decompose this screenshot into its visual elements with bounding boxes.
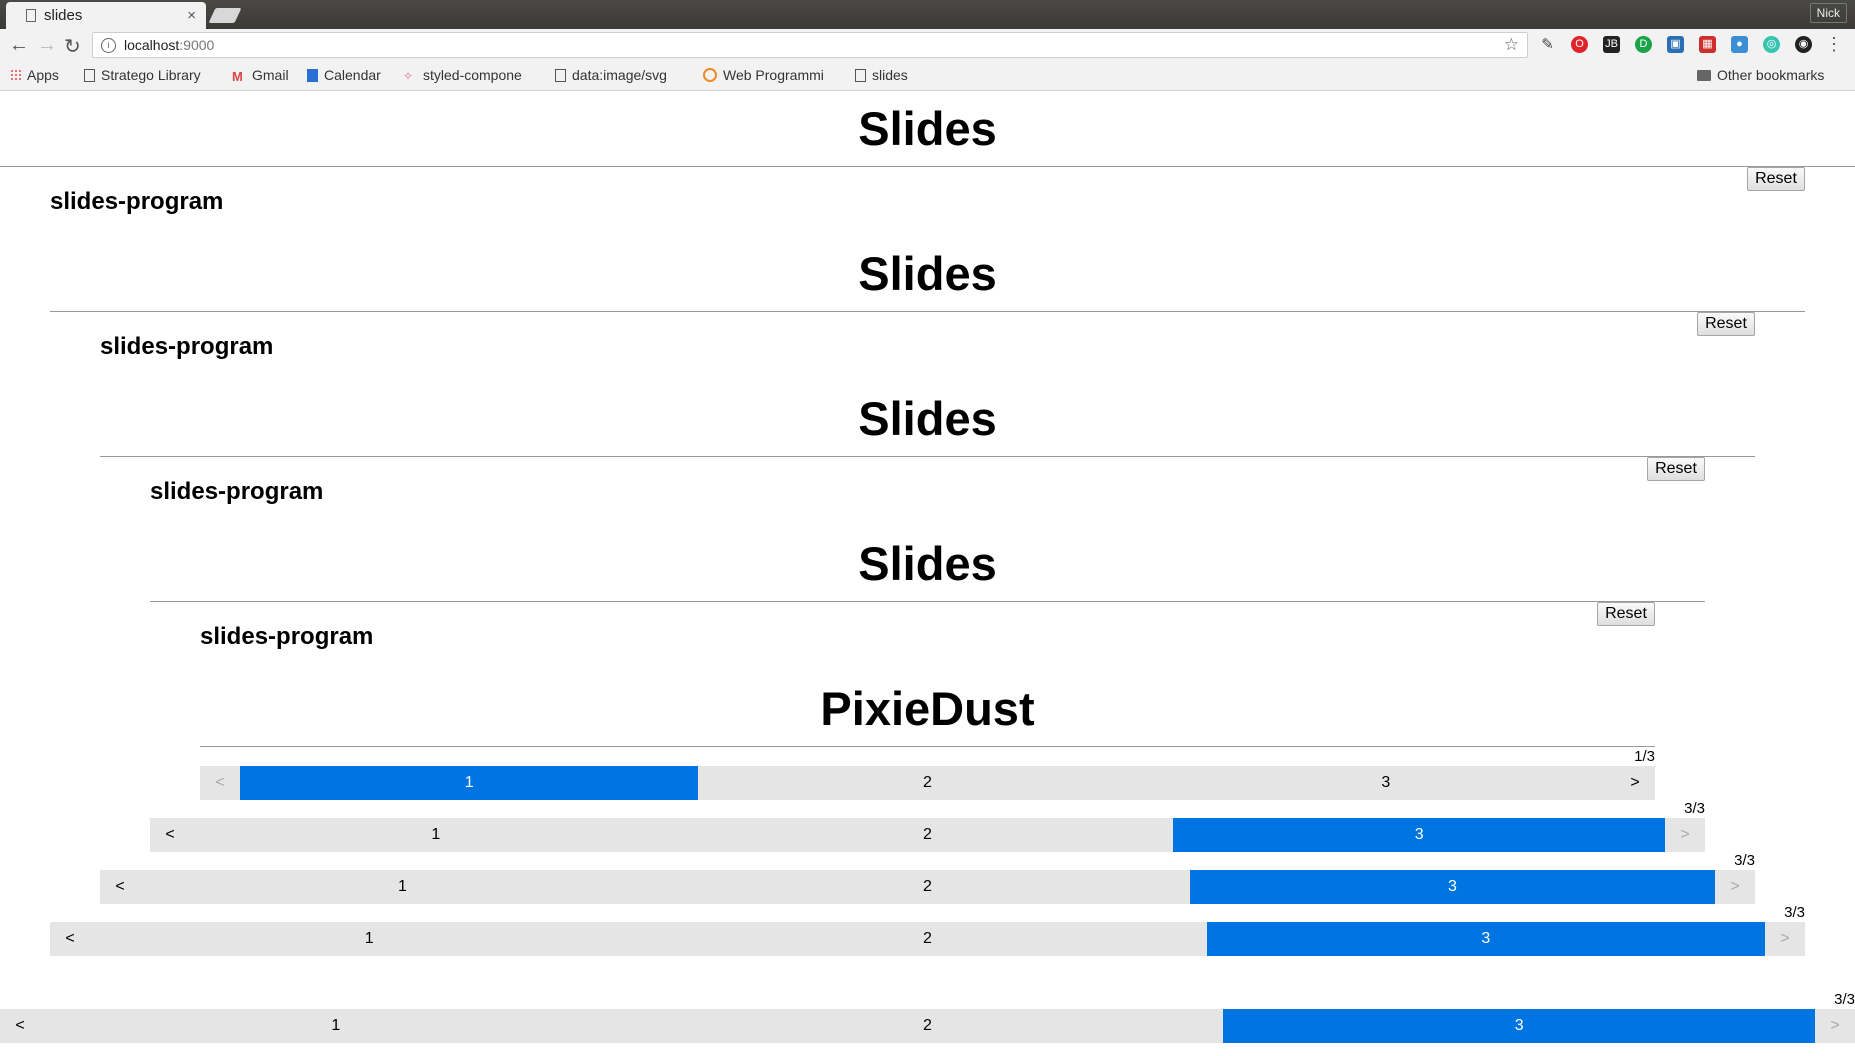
jetbrains-icon[interactable]: JB <box>1603 36 1620 53</box>
next-button[interactable]: > <box>1715 870 1755 904</box>
reload-icon[interactable]: ↻ <box>64 34 81 59</box>
page-icon <box>84 68 95 82</box>
info-icon[interactable]: i <box>101 37 116 53</box>
browser-toolbar: ← → ↻ i localhost:9000 ☆ ✎ O JB D ▣ ▦ ● … <box>0 29 1855 63</box>
address-bar[interactable]: i localhost:9000 ☆ <box>92 32 1528 58</box>
page-item-2[interactable]: 2 <box>632 1009 1224 1043</box>
slide-pager: < 1 2 3 > <box>200 766 1655 800</box>
slide-counter: 3/3 <box>1834 991 1855 1008</box>
folder-icon <box>1697 69 1711 81</box>
back-icon[interactable]: ← <box>9 34 29 57</box>
program-heading: slides-program <box>150 478 324 505</box>
page-item-2[interactable]: 2 <box>682 818 1174 852</box>
page-item-3[interactable]: 3 <box>1190 870 1715 904</box>
page-item-3[interactable]: 3 <box>1173 818 1666 852</box>
styled-components-icon: ✧ <box>403 68 414 83</box>
page-item-1[interactable]: 1 <box>90 922 648 956</box>
slide-pager: < 1 2 3 > <box>100 870 1755 904</box>
bookmark-web-programming[interactable]: Web Programmi <box>703 67 824 83</box>
page-item-2[interactable]: 2 <box>648 922 1206 956</box>
program-heading: slides-program <box>100 333 274 360</box>
next-button[interactable]: > <box>1615 766 1655 800</box>
slide-counter: 3/3 <box>1734 852 1755 869</box>
reset-button[interactable]: Reset <box>1647 457 1705 481</box>
gmail-icon: M <box>232 68 243 84</box>
close-icon[interactable]: × <box>187 7 196 24</box>
divider <box>100 456 1755 457</box>
reset-button[interactable]: Reset <box>1747 167 1805 191</box>
divider <box>50 311 1805 312</box>
next-button[interactable]: > <box>1665 818 1705 852</box>
bookmark-slides[interactable]: slides <box>855 67 908 83</box>
slide-counter: 3/3 <box>1684 800 1705 817</box>
divider <box>200 746 1655 747</box>
slide-pager: < 1 2 3 > <box>50 922 1805 956</box>
bookmark-stratego[interactable]: Stratego Library <box>84 67 201 83</box>
forward-icon[interactable]: → <box>37 34 57 57</box>
menu-icon[interactable]: ⋮ <box>1825 34 1843 55</box>
divider <box>150 601 1705 602</box>
page-item-3[interactable]: 3 <box>1223 1009 1816 1043</box>
bookmark-apps[interactable]: Apps <box>10 67 59 83</box>
page-item-2[interactable]: 2 <box>665 870 1190 904</box>
page-icon <box>555 68 566 82</box>
green-extension-icon[interactable]: D <box>1635 36 1652 53</box>
prev-button[interactable]: < <box>150 818 190 852</box>
teal-extension-icon[interactable]: ◎ <box>1763 36 1780 53</box>
next-button[interactable]: > <box>1815 1009 1855 1043</box>
bookmark-gmail[interactable]: M Gmail <box>232 67 289 84</box>
page-icon <box>26 9 36 22</box>
page-item-2[interactable]: 2 <box>698 766 1156 800</box>
apps-grid-icon <box>10 68 21 82</box>
page-item-3[interactable]: 3 <box>1206 922 1765 956</box>
browser-tab[interactable]: slides × <box>6 2 206 29</box>
blue-extension-icon[interactable]: ▣ <box>1667 36 1684 53</box>
prev-button[interactable]: < <box>50 922 90 956</box>
page-item-3[interactable]: 3 <box>1157 766 1615 800</box>
bookmark-star-icon[interactable]: ☆ <box>1504 35 1519 55</box>
prev-button[interactable]: < <box>0 1009 40 1043</box>
calendar-icon <box>307 68 318 82</box>
slides-title: Slides <box>858 537 997 590</box>
url-host: localhost <box>124 37 180 53</box>
opera-icon[interactable]: O <box>1571 36 1588 53</box>
tab-strip: slides × Nick <box>0 0 1855 29</box>
web-programming-icon <box>703 68 717 82</box>
slides-title: Slides <box>858 392 997 445</box>
page-item-1[interactable]: 1 <box>240 766 699 800</box>
page-item-1[interactable]: 1 <box>40 1009 632 1043</box>
program-heading: slides-program <box>200 623 374 650</box>
pixiedust-title: PixieDust <box>820 682 1035 735</box>
bookmark-calendar[interactable]: Calendar <box>307 67 381 83</box>
slide-counter: 1/3 <box>1634 748 1655 765</box>
page-title: Slides <box>858 102 997 155</box>
tab-title: slides <box>44 7 83 24</box>
eyedropper-icon[interactable]: ✎ <box>1539 36 1556 53</box>
prev-button[interactable]: < <box>200 766 240 800</box>
badge-extension-icon[interactable]: ● <box>1731 36 1748 53</box>
next-button[interactable]: > <box>1765 922 1805 956</box>
page-icon <box>855 68 866 82</box>
bookmark-styled-components[interactable]: ✧ styled-compone <box>403 67 522 83</box>
url-port: :9000 <box>179 37 215 53</box>
divider <box>0 166 1855 167</box>
profile-button[interactable]: Nick <box>1809 3 1847 23</box>
slides-title: Slides <box>858 247 997 300</box>
other-bookmarks[interactable]: Other bookmarks <box>1697 67 1824 83</box>
slide-pager: < 1 2 3 > <box>150 818 1705 852</box>
slide-counter: 3/3 <box>1784 904 1805 921</box>
page-item-1[interactable]: 1 <box>190 818 682 852</box>
prev-button[interactable]: < <box>100 870 140 904</box>
program-heading: slides-program <box>50 188 224 215</box>
page-item-1[interactable]: 1 <box>140 870 665 904</box>
reset-button[interactable]: Reset <box>1597 602 1655 626</box>
github-icon[interactable]: ◉ <box>1795 36 1812 53</box>
red-extension-icon[interactable]: ▦ <box>1699 36 1716 53</box>
slide-pager: < 1 2 3 > <box>0 1009 1855 1043</box>
new-tab-button[interactable] <box>208 8 242 23</box>
reset-button[interactable]: Reset <box>1697 312 1755 336</box>
bookmark-data-image[interactable]: data:image/svg <box>555 67 667 83</box>
bookmarks-bar: Apps Stratego Library M Gmail Calendar ✧ s… <box>0 63 1855 91</box>
